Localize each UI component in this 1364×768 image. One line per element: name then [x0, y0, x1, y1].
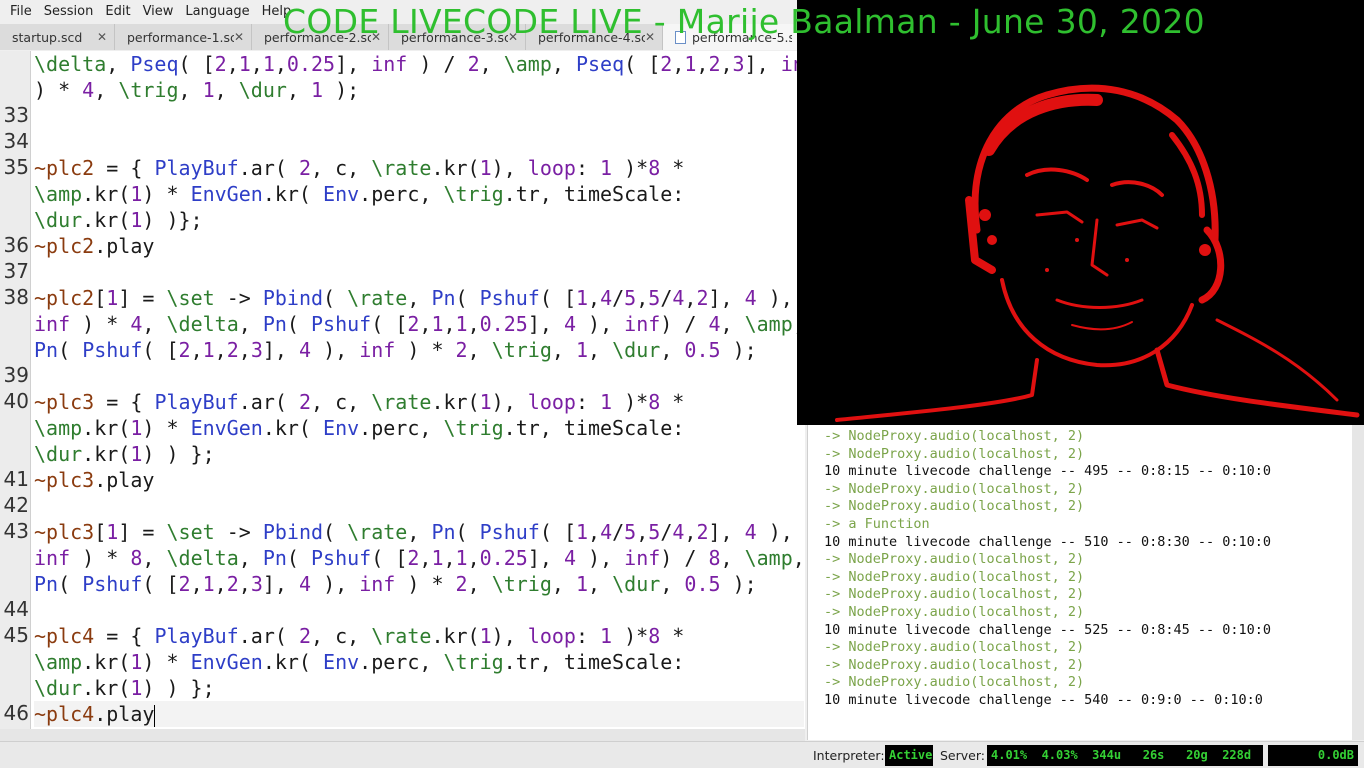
- menu-file[interactable]: File: [4, 0, 38, 24]
- post-line: -> NodeProxy.audio(localhost, 2): [824, 428, 1085, 444]
- code-line[interactable]: \dur.kr(1) ) };: [34, 675, 215, 701]
- code-line[interactable]: \dur.kr(1) )};: [34, 207, 203, 233]
- post-line: 10 minute livecode challenge -- 510 -- 0…: [824, 533, 1272, 550]
- post-line: -> NodeProxy.audio(localhost, 2): [824, 480, 1085, 497]
- code-line[interactable]: \amp.kr(1) * EnvGen.kr( Env.perc, \trig.…: [34, 649, 684, 675]
- code-line[interactable]: ~plc3.play: [34, 467, 154, 493]
- line-number: 33: [3, 103, 29, 127]
- line-number: 41: [3, 467, 29, 491]
- stream-title-overlay: CODE LIVECODE LIVE - Marije Baalman - Ju…: [283, 2, 1205, 41]
- line-number: 46: [3, 701, 29, 725]
- menu-edit[interactable]: Edit: [99, 0, 136, 24]
- line-number: 37: [3, 259, 29, 283]
- post-line: 10 minute livecode challenge -- 495 -- 0…: [824, 463, 1272, 480]
- menu-view[interactable]: View: [137, 0, 180, 24]
- post-window[interactable]: -> NodeProxy.audio(localhost, 2) -> NodeP…: [807, 425, 1352, 740]
- code-editor[interactable]: 333435363738394041424344454647 \delta, P…: [0, 51, 805, 741]
- code-line[interactable]: \dur.kr(1) ) };: [34, 441, 215, 467]
- code-line[interactable]: Pn( Pshuf( [2,1,2,3], 4 ), inf ) * 2, \t…: [34, 571, 757, 597]
- post-line: -> NodeProxy.audio(localhost, 2): [824, 551, 1085, 568]
- tab-startup[interactable]: startup.scd ✕: [0, 24, 115, 50]
- code-line[interactable]: ~plc2 = { PlayBuf.ar( 2, c, \rate.kr(1),…: [34, 155, 684, 181]
- webcam-video: [797, 0, 1364, 425]
- interpreter-status[interactable]: Active: [885, 745, 933, 766]
- status-bar: Interpreter: Active Server: 4.01% 4.03% …: [0, 741, 1364, 768]
- code-line[interactable]: inf ) * 8, \delta, Pn( Pshuf( [2,1,1,0.2…: [34, 545, 805, 571]
- post-line: 10 minute livecode challenge -- 540 -- 0…: [824, 691, 1263, 708]
- close-icon[interactable]: ✕: [234, 30, 244, 44]
- line-number: 44: [3, 597, 29, 621]
- post-line: -> NodeProxy.audio(localhost, 2): [824, 498, 1085, 515]
- tab-label: startup.scd: [12, 29, 83, 45]
- post-line: 10 minute livecode challenge -- 525 -- 0…: [824, 621, 1272, 638]
- editor-horizontal-scrollbar[interactable]: [0, 729, 805, 741]
- post-line: -> NodeProxy.audio(localhost, 2): [824, 639, 1085, 656]
- line-number: 39: [3, 363, 29, 387]
- line-number: 45: [3, 623, 29, 647]
- code-line[interactable]: ~plc4 = { PlayBuf.ar( 2, c, \rate.kr(1),…: [34, 623, 684, 649]
- line-number: 34: [3, 129, 29, 153]
- code-line[interactable]: inf ) * 4, \delta, Pn( Pshuf( [2,1,1,0.2…: [34, 311, 805, 337]
- post-line: -> NodeProxy.audio(localhost, 2): [824, 586, 1085, 603]
- close-icon[interactable]: ✕: [97, 30, 107, 44]
- code-line[interactable]: \amp.kr(1) * EnvGen.kr( Env.perc, \trig.…: [34, 415, 684, 441]
- line-number: 38: [3, 285, 29, 309]
- line-number: 42: [3, 493, 29, 517]
- menu-language[interactable]: Language: [179, 0, 255, 24]
- post-line: -> NodeProxy.audio(localhost, 2): [824, 568, 1085, 585]
- code-line[interactable]: ) * 4, \trig, 1, \dur, 1 );: [34, 77, 359, 103]
- code-line[interactable]: ~plc2.play: [34, 233, 154, 259]
- line-number: 35: [3, 155, 29, 179]
- tab-performance-1[interactable]: performance-1.scd ✕: [115, 24, 252, 50]
- code-line[interactable]: \delta, Pseq( [2,1,1,0.25], inf ) / 2, \…: [34, 51, 805, 77]
- code-line[interactable]: Pn( Pshuf( [2,1,2,3], 4 ), inf ) * 2, \t…: [34, 337, 757, 363]
- server-label: Server:: [940, 748, 985, 763]
- volume-readout[interactable]: 0.0dB: [1268, 745, 1358, 766]
- line-number: 40: [3, 389, 29, 413]
- post-line: -> a Function: [824, 515, 930, 532]
- menu-session[interactable]: Session: [38, 0, 100, 24]
- line-number-gutter: 333435363738394041424344454647: [0, 51, 31, 741]
- post-line: -> NodeProxy.audio(localhost, 2): [824, 445, 1085, 462]
- performer-edge-image: [835, 84, 1360, 422]
- post-window-scrollbar[interactable]: [1352, 425, 1364, 740]
- tab-label: performance-1.scd: [127, 29, 234, 45]
- code-line[interactable]: ~plc2[1] = \set -> Pbind( \rate, Pn( Psh…: [34, 285, 793, 311]
- server-stats[interactable]: 4.01% 4.03% 344u 26s 20g 228d: [987, 745, 1263, 766]
- line-number: 43: [3, 519, 29, 543]
- code-line[interactable]: ~plc3[1] = \set -> Pbind( \rate, Pn( Psh…: [34, 519, 793, 545]
- code-line[interactable]: \amp.kr(1) * EnvGen.kr( Env.perc, \trig.…: [34, 181, 684, 207]
- line-number: 36: [3, 233, 29, 257]
- post-line: -> NodeProxy.audio(localhost, 2): [824, 656, 1085, 673]
- interpreter-label: Interpreter:: [813, 748, 885, 763]
- code-line[interactable]: ~plc4.play: [34, 701, 804, 727]
- text-cursor: [154, 704, 156, 727]
- post-line: -> NodeProxy.audio(localhost, 2): [824, 674, 1085, 691]
- post-line: -> NodeProxy.audio(localhost, 2): [824, 603, 1085, 620]
- code-line[interactable]: ~plc3 = { PlayBuf.ar( 2, c, \rate.kr(1),…: [34, 389, 684, 415]
